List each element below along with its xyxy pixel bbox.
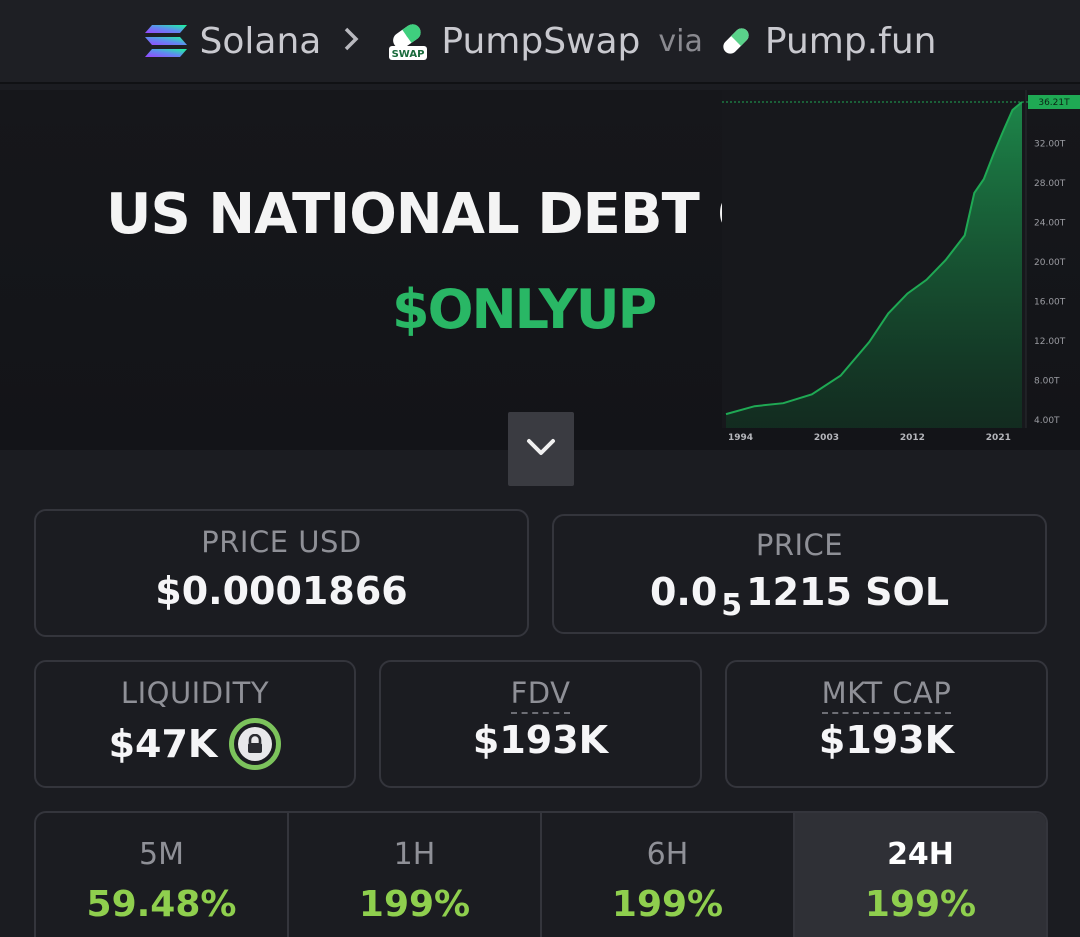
chart-x-tick-label: 2003 — [814, 433, 839, 443]
dex-badge-text: SWAP — [392, 49, 425, 60]
price-sol-digits: 1215 — [746, 570, 852, 614]
mkt-cap-value: $193K — [818, 718, 955, 762]
liquidity-value: $47K — [108, 722, 218, 766]
chart-y-tick-label: 12.00T — [1034, 337, 1066, 347]
chart-y-tick-label: 8.00T — [1034, 377, 1060, 387]
via-label: via — [658, 23, 703, 59]
liquidity-card: LIQUIDITY $47K — [34, 660, 356, 788]
tab-6h[interactable]: 6H 199% — [542, 813, 795, 937]
price-sol-unit: SOL — [865, 570, 950, 614]
chart-y-tick-label: 32.00T — [1034, 140, 1066, 150]
breadcrumb: Solana SWAP PumpSwap via Pump.fun — [0, 0, 1080, 84]
pill-icon — [719, 24, 753, 58]
token-banner: US NATIONAL DEBT CHART $ONLYUP 32.00T 28.… — [0, 90, 1080, 450]
chart-y-tick-label: 4.00T — [1034, 416, 1060, 426]
fdv-card[interactable]: FDV $193K — [379, 660, 702, 788]
tab-label: 24H — [887, 837, 954, 872]
tab-change: 199% — [358, 884, 471, 925]
fdv-label: FDV — [510, 676, 571, 714]
launchpad-name: Pump.fun — [764, 20, 937, 62]
crumb-chain[interactable]: Solana — [144, 20, 322, 62]
chart-x-tick-label: 2021 — [986, 433, 1011, 443]
lock-icon — [238, 727, 273, 761]
liquidity-lock-button[interactable] — [229, 718, 282, 770]
price-usd-value: $0.0001866 — [155, 569, 408, 613]
fdv-value: $193K — [472, 718, 609, 762]
liquidity-label: LIQUIDITY — [120, 676, 270, 710]
tab-label: 6H — [646, 837, 689, 872]
mkt-cap-card[interactable]: MKT CAP $193K — [725, 660, 1048, 788]
chart-last-value-label: 36.21T — [1038, 98, 1070, 108]
price-sol-label: PRICE — [755, 528, 844, 562]
tab-change: 199% — [864, 884, 977, 925]
tab-change: 59.48% — [86, 884, 237, 925]
tab-1h[interactable]: 1H 199% — [289, 813, 542, 937]
crumb-dex[interactable]: SWAP PumpSwap — [387, 20, 640, 62]
tab-24h[interactable]: 24H 199% — [795, 813, 1046, 937]
chart-x-tick-label: 2012 — [900, 433, 925, 443]
dex-name: PumpSwap — [441, 20, 641, 62]
tab-change: 199% — [611, 884, 724, 925]
banner-ticker: $ONLYUP — [392, 278, 657, 341]
mkt-cap-label: MKT CAP — [821, 676, 952, 714]
crumb-launchpad[interactable]: Pump.fun — [719, 20, 937, 62]
price-sol-zero-count: 5 — [721, 588, 743, 623]
solana-logo-icon — [144, 24, 188, 58]
chart-y-tick-label: 16.00T — [1034, 298, 1066, 308]
tab-label: 5M — [139, 837, 184, 872]
tab-5m[interactable]: 5M 59.48% — [36, 813, 289, 937]
debt-area-chart: 32.00T 28.00T 24.00T 20.00T 16.00T 12.00T 8.00… — [722, 90, 1080, 443]
chevron-down-icon — [526, 438, 556, 460]
chart-y-tick-label: 24.00T — [1034, 219, 1066, 229]
tab-label: 1H — [393, 837, 436, 872]
chart-y-tick-label: 20.00T — [1034, 258, 1066, 268]
chevron-right-icon — [343, 21, 359, 61]
expand-banner-button[interactable] — [508, 412, 574, 486]
pumpswap-logo-icon: SWAP — [387, 20, 429, 62]
chart-x-tick-label: 1994 — [728, 433, 753, 443]
liquidity-row: $47K — [36, 718, 354, 770]
chart-y-tick-label: 28.00T — [1034, 179, 1066, 189]
price-sol-prefix: 0.0 — [649, 570, 718, 614]
chain-name: Solana — [199, 20, 322, 62]
timeframe-tabs: 5M 59.48% 1H 199% 6H 199% 24H 199% — [34, 811, 1048, 937]
price-usd-card: PRICE USD $0.0001866 — [34, 509, 529, 637]
price-sol-card: PRICE 0.0 5 1215 SOL — [552, 514, 1047, 634]
price-sol-value: 0.0 5 1215 SOL — [554, 570, 1045, 623]
price-usd-label: PRICE USD — [201, 525, 362, 559]
